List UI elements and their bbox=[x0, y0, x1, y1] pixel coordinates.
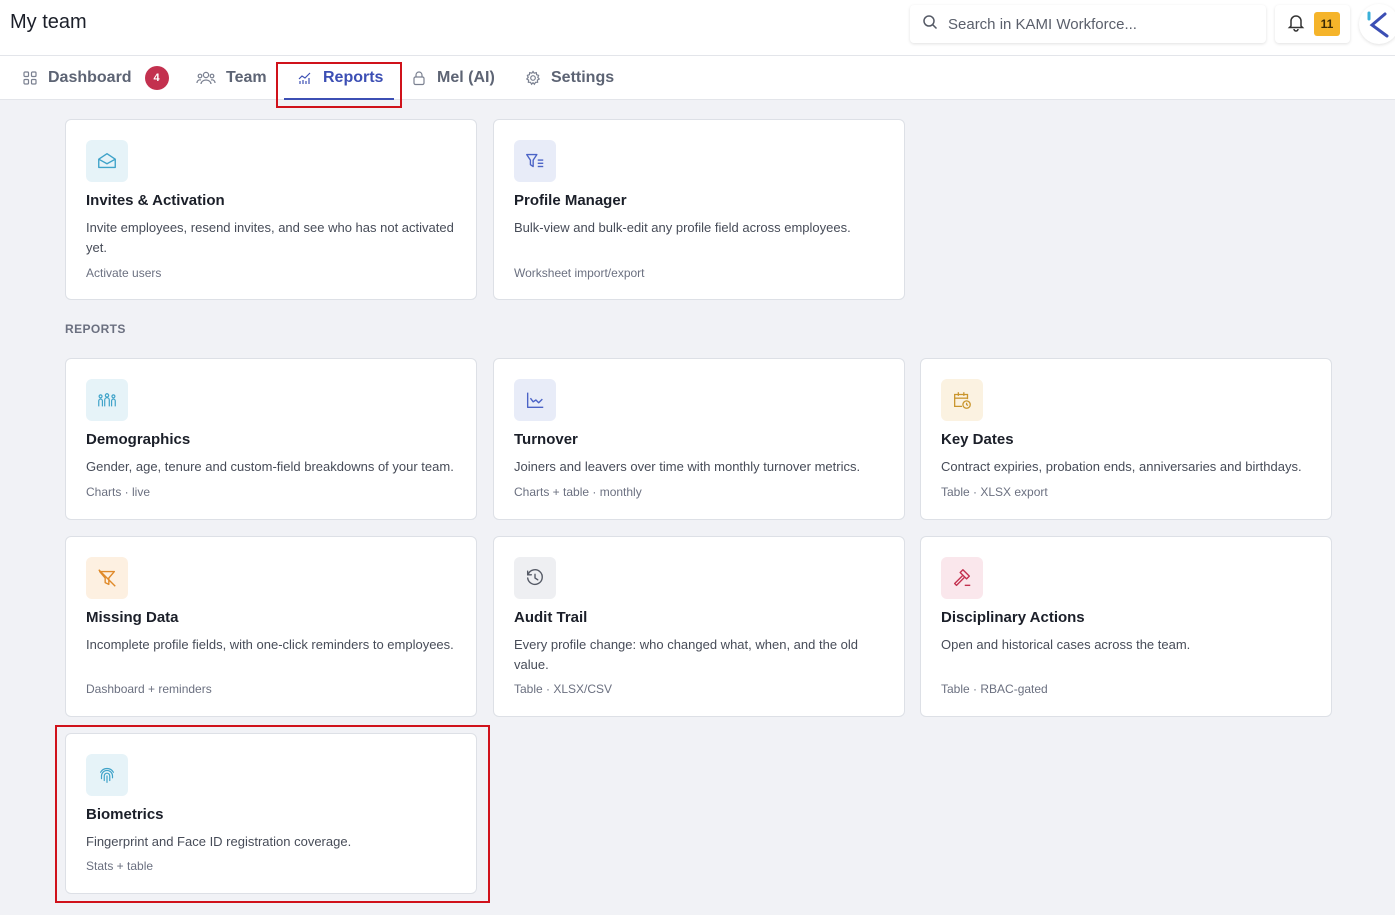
search-icon bbox=[922, 14, 938, 35]
card-meta: Dashboard + reminders bbox=[86, 682, 212, 696]
card-key-dates[interactable]: Key Dates Contract expiries, probation e… bbox=[920, 358, 1332, 520]
app-logo[interactable] bbox=[1359, 4, 1395, 44]
reports-section-label: REPORTS bbox=[65, 322, 126, 336]
tab-dashboard[interactable]: Dashboard 4 bbox=[22, 56, 169, 100]
card-description: Fingerprint and Face ID registration cov… bbox=[86, 834, 352, 849]
card-meta: Table · XLSX/CSV bbox=[514, 682, 613, 696]
card-description: Joiners and leavers over time with month… bbox=[514, 459, 861, 474]
card-meta: Table · XLSX export bbox=[941, 485, 1048, 499]
card-title: Missing Data bbox=[86, 609, 179, 626]
card-disciplinary-actions[interactable]: Disciplinary Actions Open and historical… bbox=[920, 536, 1332, 717]
card-title: Key Dates bbox=[941, 431, 1014, 448]
notifications-count: 11 bbox=[1314, 12, 1340, 36]
card-title: Invites & Activation bbox=[86, 192, 225, 209]
icon-box bbox=[86, 557, 128, 599]
envelope-icon bbox=[98, 152, 116, 169]
card-meta: Worksheet import/export bbox=[514, 266, 645, 280]
card-title: Biometrics bbox=[86, 806, 164, 823]
icon-box bbox=[941, 557, 983, 599]
card-turnover[interactable]: Turnover Joiners and leavers over time w… bbox=[493, 358, 905, 520]
card-description: Invite employees, resend invites, and se… bbox=[86, 220, 454, 255]
card-title: Disciplinary Actions bbox=[941, 609, 1085, 626]
people-group-icon bbox=[98, 393, 116, 407]
icon-box bbox=[514, 557, 556, 599]
active-tab-indicator bbox=[284, 98, 394, 100]
card-title: Audit Trail bbox=[514, 609, 588, 626]
page-title: My team bbox=[10, 11, 87, 33]
users-icon bbox=[196, 71, 216, 85]
icon-box bbox=[514, 140, 556, 182]
tab-label: Team bbox=[226, 69, 267, 86]
search-box[interactable] bbox=[910, 5, 1266, 43]
chart-icon bbox=[298, 72, 311, 84]
top-bar: My team 11 bbox=[0, 0, 1395, 56]
notifications-button[interactable]: 11 bbox=[1275, 5, 1350, 43]
lock-icon bbox=[413, 71, 425, 86]
card-audit-trail[interactable]: Audit Trail Every profile change: who ch… bbox=[493, 536, 905, 717]
card-description: Contract expiries, probation ends, anniv… bbox=[941, 459, 1302, 474]
icon-box bbox=[86, 140, 128, 182]
icon-box bbox=[86, 754, 128, 796]
icon-box bbox=[514, 379, 556, 421]
bell-icon bbox=[1286, 12, 1306, 37]
card-meta: Charts + table · monthly bbox=[514, 485, 642, 499]
icon-box bbox=[86, 379, 128, 421]
card-meta: Table · RBAC-gated bbox=[941, 682, 1048, 696]
calendar-clock-icon bbox=[954, 392, 971, 409]
gear-icon bbox=[525, 70, 541, 86]
card-meta: Charts · live bbox=[86, 485, 151, 499]
history-icon bbox=[526, 569, 543, 586]
tab-settings[interactable]: Settings bbox=[525, 56, 614, 100]
card-meta: Stats + table bbox=[86, 859, 154, 873]
tab-label: Settings bbox=[551, 69, 615, 86]
gavel-icon bbox=[953, 569, 971, 587]
card-description: Bulk-view and bulk-edit any profile fiel… bbox=[514, 220, 851, 235]
card-demographics[interactable]: Demographics Gender, age, tenure and cus… bbox=[65, 358, 477, 520]
tab-reports[interactable]: Reports bbox=[284, 56, 394, 100]
search-input[interactable] bbox=[948, 15, 1248, 33]
card-description: Incomplete profile fields, with one-clic… bbox=[86, 637, 454, 652]
fingerprint-icon bbox=[99, 767, 115, 783]
tab-team[interactable]: Team bbox=[196, 56, 267, 100]
tab-label: Reports bbox=[323, 69, 384, 86]
card-biometrics[interactable]: Biometrics Fingerprint and Face ID regis… bbox=[65, 733, 477, 894]
card-title: Turnover bbox=[514, 431, 578, 448]
card-profile-manager[interactable]: Profile Manager Bulk-view and bulk-edit … bbox=[493, 119, 905, 300]
card-title: Demographics bbox=[86, 431, 191, 448]
filter-list-icon bbox=[526, 153, 544, 168]
tab-mel-ai[interactable]: Mel (AI) bbox=[411, 56, 495, 100]
grid-icon bbox=[23, 71, 37, 85]
dashboard-badge: 4 bbox=[144, 66, 169, 90]
card-meta: Activate users bbox=[86, 266, 162, 280]
line-chart-icon bbox=[526, 392, 544, 409]
filter-off-icon bbox=[98, 569, 116, 587]
card-title: Profile Manager bbox=[514, 192, 627, 209]
card-description: Every profile change: who changed what, … bbox=[514, 637, 859, 672]
card-description: Gender, age, tenure and custom-field bre… bbox=[86, 459, 454, 474]
card-missing-data[interactable]: Missing Data Incomplete profile fields, … bbox=[65, 536, 477, 717]
icon-box bbox=[941, 379, 983, 421]
tab-label: Dashboard bbox=[48, 69, 132, 86]
tab-bar: Dashboard 4 Team Reports Mel (AI) Settin… bbox=[0, 56, 1395, 100]
card-invites-activation[interactable]: Invites & Activation Invite employees, r… bbox=[65, 119, 477, 300]
tab-label: Mel (AI) bbox=[437, 69, 495, 86]
card-description: Open and historical cases across the tea… bbox=[941, 637, 1191, 652]
